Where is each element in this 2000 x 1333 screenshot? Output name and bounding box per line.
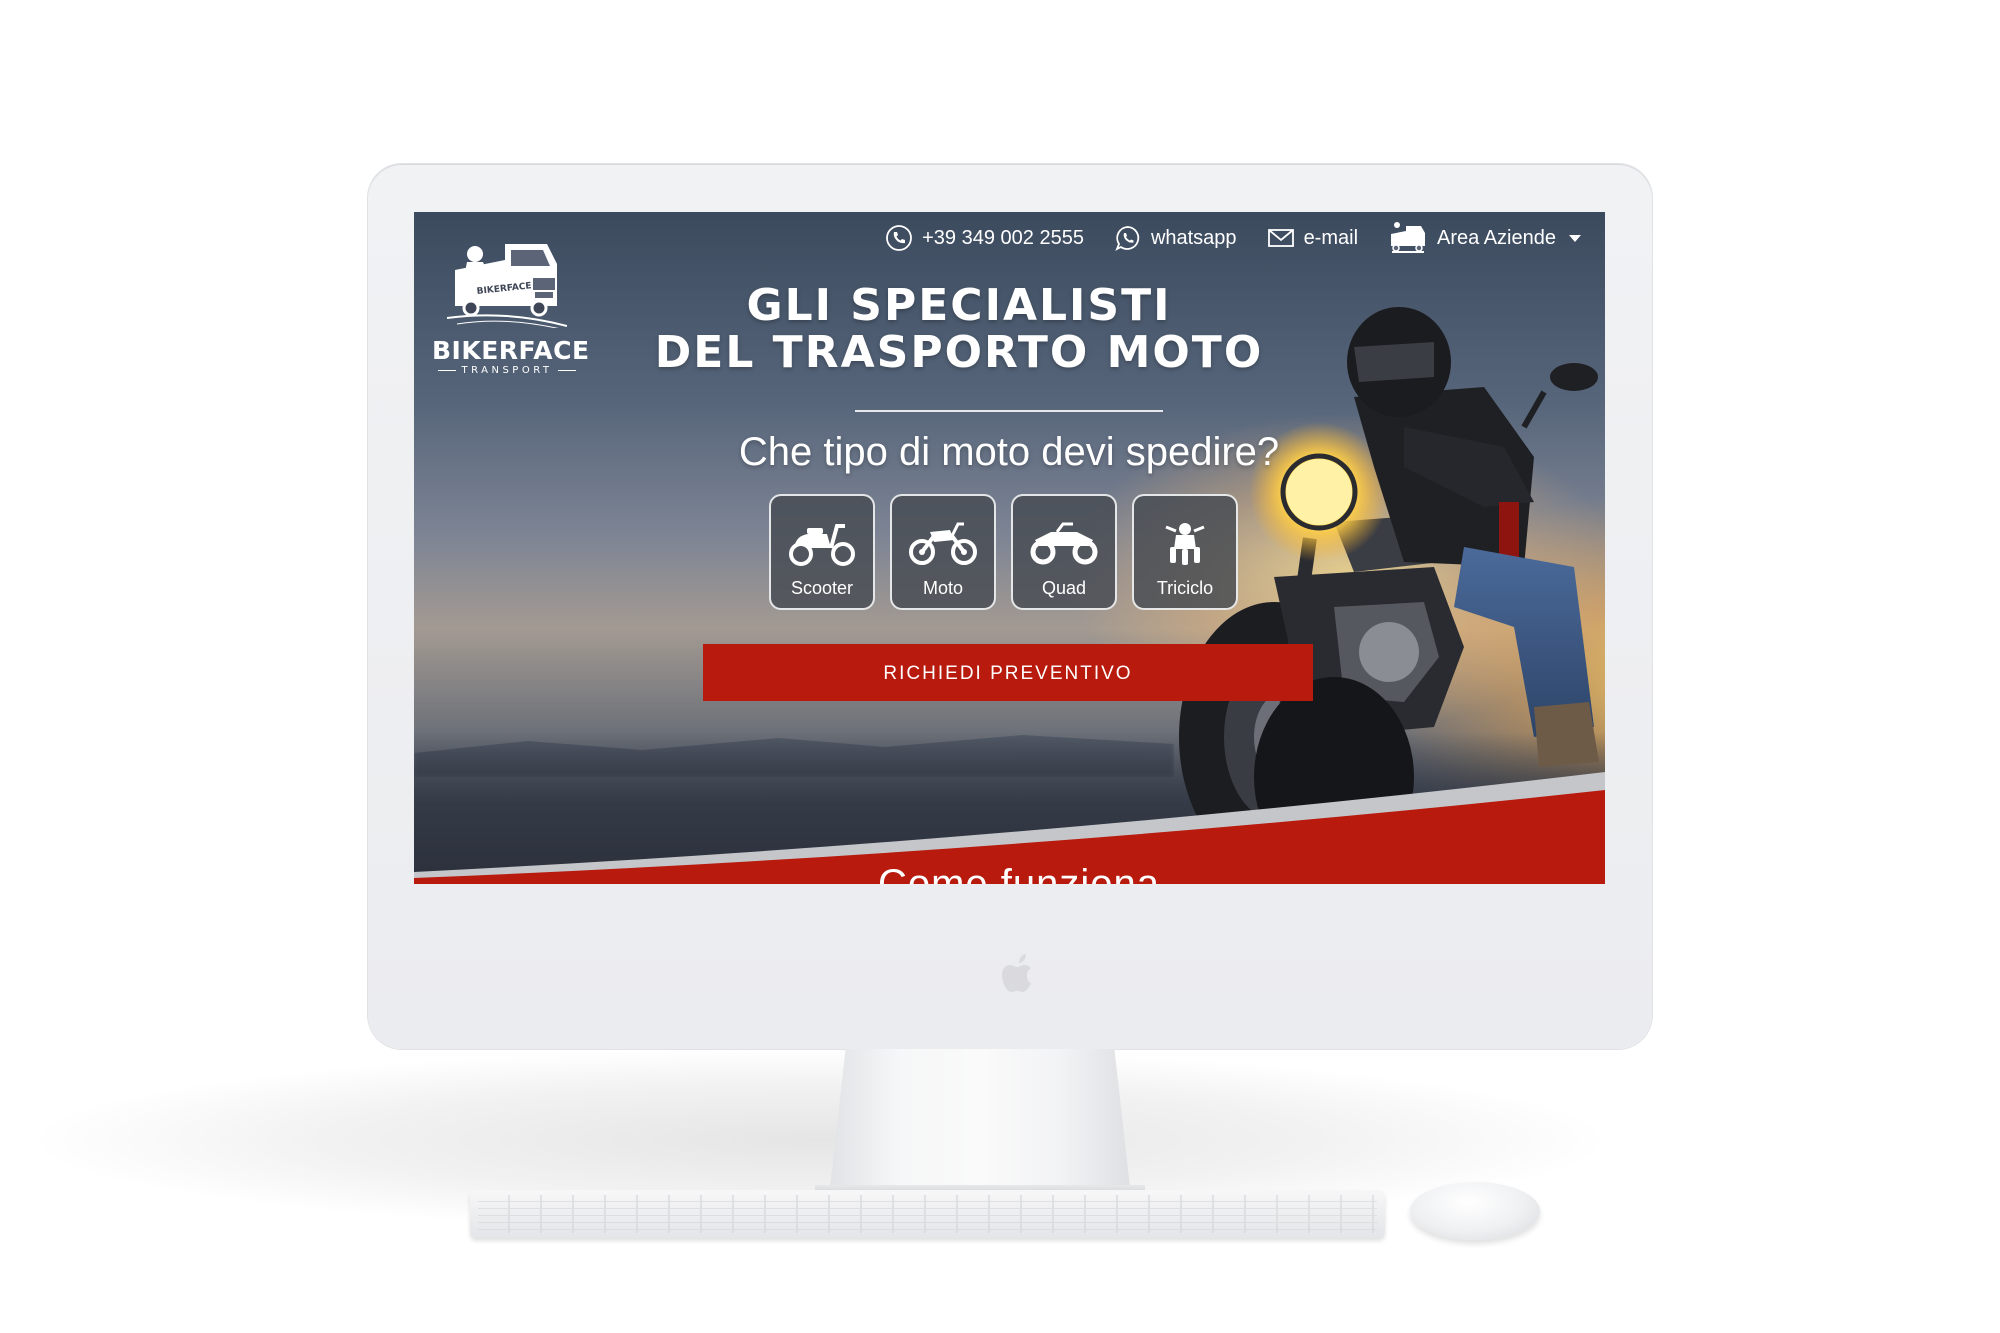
truck-icon [1391, 222, 1426, 253]
whatsapp-icon [1115, 226, 1140, 251]
monitor-stand [820, 1049, 1140, 1197]
apple-logo-icon [1002, 954, 1031, 992]
hero-title-line2: DEL TRASPORTO MOTO [654, 327, 1264, 378]
section-title-how-it-works: Come funziona [877, 862, 1161, 884]
phone-icon [886, 225, 913, 251]
email-link[interactable]: e-mail [1267, 227, 1358, 250]
phone-link[interactable]: +39 349 002 2555 [885, 224, 1084, 252]
vehicle-type-selector: Scooter Moto Quad Triciclo [769, 494, 1238, 610]
vehicle-label: Moto [922, 578, 964, 598]
vehicle-option-quad[interactable]: Quad [1011, 494, 1117, 610]
hero-title-line1: GLI SPECIALISTI [746, 280, 1172, 331]
top-contact-bar: +39 349 002 2555 whatsapp e-mail Area Az… [885, 220, 1581, 256]
email-label: e-mail [1303, 226, 1359, 249]
hero-title: GLI SPECIALISTI DEL TRASPORTO MOTO [649, 282, 1269, 376]
chevron-down-icon [1569, 234, 1581, 242]
hero-question: Che tipo di moto devi spedire? [738, 430, 1280, 474]
vehicle-option-scooter[interactable]: Scooter [769, 494, 875, 610]
brand-logo[interactable]: BIKERFACE BIKERFACE TRANSPORT [432, 236, 590, 376]
keyboard [470, 1190, 1385, 1238]
vehicle-option-triciclo[interactable]: Triciclo [1132, 494, 1238, 610]
vehicle-label: Scooter [790, 578, 854, 598]
truck-logo-icon: BIKERFACE [447, 244, 567, 328]
quad-icon [1030, 522, 1098, 565]
vehicle-option-moto[interactable]: Moto [890, 494, 996, 610]
envelope-icon [1267, 229, 1294, 247]
trike-icon [1165, 523, 1205, 565]
mouse [1410, 1182, 1540, 1240]
vehicle-label: Quad [1041, 578, 1087, 598]
business-area-label: Area Aziende [1437, 226, 1556, 249]
brand-tagline: TRANSPORT [432, 365, 582, 376]
whatsapp-link[interactable]: whatsapp [1114, 224, 1237, 252]
brand-name: BIKERFACE [432, 336, 590, 365]
vehicle-label: Triciclo [1156, 578, 1214, 598]
business-area-dropdown[interactable]: Area Aziende [1388, 222, 1581, 254]
scooter-icon [789, 524, 855, 566]
whatsapp-label: whatsapp [1150, 226, 1237, 249]
motorcycle-icon [909, 522, 977, 565]
phone-label: +39 349 002 2555 [922, 226, 1084, 249]
request-quote-button[interactable]: RICHIEDI PREVENTIVO [703, 644, 1313, 701]
hero-divider [855, 410, 1163, 412]
website-screen: BIKERFACE BIKERFACE TRANSPORT +39 349 00… [414, 212, 1605, 884]
